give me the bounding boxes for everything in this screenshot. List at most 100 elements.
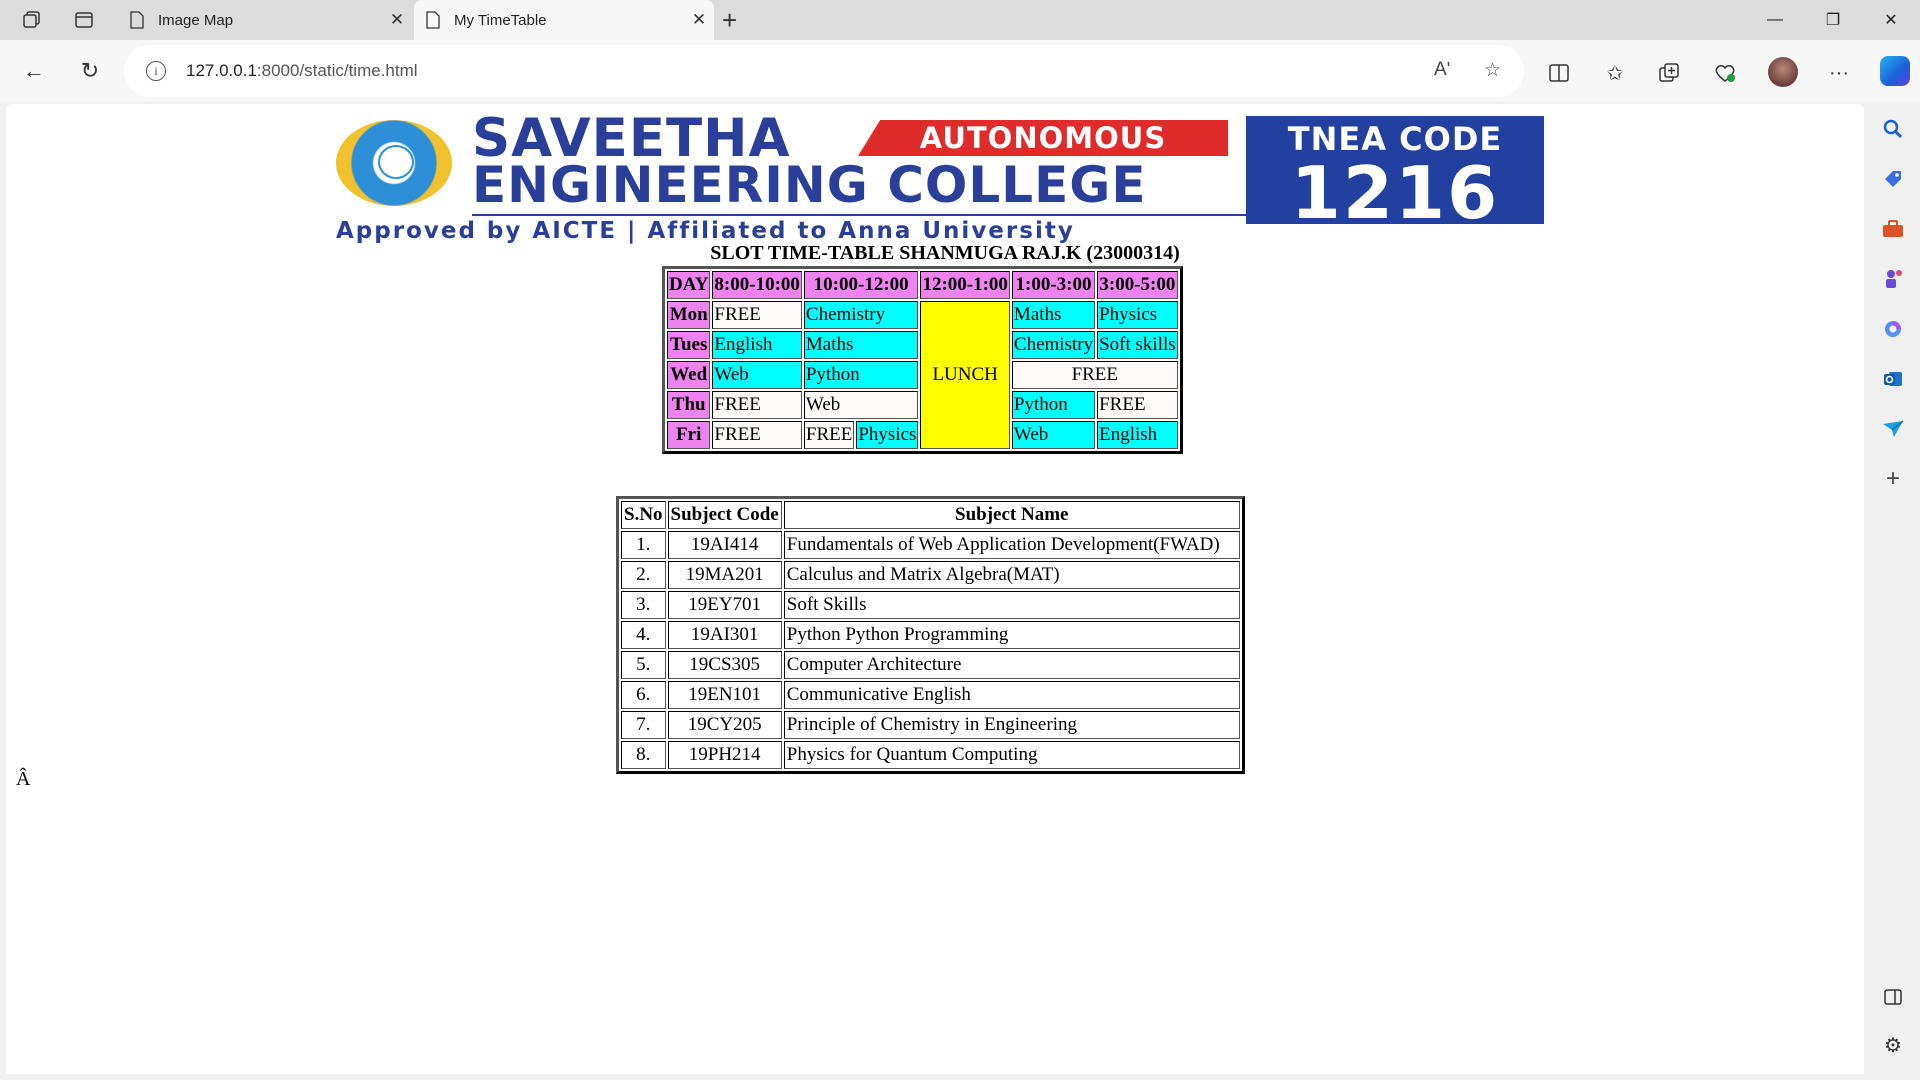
search-icon[interactable] xyxy=(1878,114,1908,144)
page-icon xyxy=(130,11,144,29)
browser-essentials-icon[interactable] xyxy=(1710,58,1740,88)
slot-cell: Web xyxy=(803,391,919,419)
shopping-tag-icon[interactable] xyxy=(1878,164,1908,194)
workspaces-icon[interactable] xyxy=(18,8,46,32)
timetable-caption: SLOT TIME-TABLE SHANMUGA RAJ.K (23000314… xyxy=(710,242,1180,264)
table-row: 5. 19CS305 Computer Architecture xyxy=(621,651,1240,679)
tab-title: Image Map xyxy=(158,11,234,29)
settings-gear-icon[interactable]: ⚙ xyxy=(1878,1030,1908,1060)
address-bar[interactable]: i 127.0.0.1:8000/static/time.html Aʹ ☆ xyxy=(124,45,1524,97)
slot-cell: English xyxy=(1097,421,1178,449)
slot-cell: Physics xyxy=(856,421,919,449)
slot-cell: Chemistry xyxy=(803,301,919,329)
tab-my-timetable[interactable]: My TimeTable ✕ xyxy=(414,0,714,40)
page-icon xyxy=(426,11,440,29)
new-tab-button[interactable]: + xyxy=(722,6,737,34)
subject-code-cell: 19MA201 xyxy=(667,561,782,589)
close-tab-icon[interactable]: ✕ xyxy=(684,10,714,30)
table-row: 2. 19MA201 Calculus and Matrix Algebra(MAT… xyxy=(621,561,1240,589)
timetable: DAY 8:00-10:00 10:00-12:00 12:00-1:00 1:… xyxy=(662,266,1183,454)
tnea-code: 1216 xyxy=(1290,151,1500,235)
games-icon[interactable] xyxy=(1878,264,1908,294)
table-row: 6. 19EN101 Communicative English xyxy=(621,681,1240,709)
header-slot-5: 3:00-5:00 xyxy=(1097,271,1178,299)
header-slot-4: 1:00-3:00 xyxy=(1011,271,1096,299)
subject-code-cell: 19CY205 xyxy=(667,711,782,739)
subject-code-cell: 19EY701 xyxy=(667,591,782,619)
close-window-button[interactable]: ✕ xyxy=(1862,0,1920,40)
slot-cell: Physics xyxy=(1097,301,1178,329)
subject-code-cell: 19PH214 xyxy=(667,741,782,769)
timetable-row-mon: Mon FREE Chemistry LUNCH Maths Physics xyxy=(667,301,1178,449)
day-cell: Wed xyxy=(667,361,711,389)
day-cell: Fri xyxy=(667,421,711,449)
header-subject-code: Subject Code xyxy=(667,501,782,529)
subject-name-cell: Computer Architecture xyxy=(783,651,1240,679)
hide-sidebar-icon[interactable] xyxy=(1878,982,1908,1012)
header-sno: S.No xyxy=(621,501,666,529)
college-banner: SAVEETHA ENGINEERING COLLEGE AUTONOMOUS … xyxy=(326,112,1546,244)
subject-name-cell: Physics for Quantum Computing xyxy=(783,741,1240,769)
close-tab-icon[interactable]: ✕ xyxy=(382,10,412,30)
more-options-icon[interactable]: ··· xyxy=(1824,58,1854,88)
table-row: 8. 19PH214 Physics for Quantum Computing xyxy=(621,741,1240,769)
tab-image-map[interactable]: Image Map ✕ xyxy=(118,0,412,40)
collections-icon[interactable] xyxy=(1654,58,1684,88)
subject-name-cell: Calculus and Matrix Algebra(MAT) xyxy=(783,561,1240,589)
slot-cell: FREE xyxy=(712,391,802,419)
send-drop-icon[interactable] xyxy=(1878,414,1908,444)
sno-cell: 6. xyxy=(621,681,666,709)
slot-cell: FREE xyxy=(1097,391,1178,419)
tools-briefcase-icon[interactable] xyxy=(1878,214,1908,244)
header-slot-lunch: 12:00-1:00 xyxy=(920,271,1010,299)
copilot-icon[interactable] xyxy=(1880,56,1910,86)
header-subject-name: Subject Name xyxy=(783,501,1240,529)
slot-cell: FREE xyxy=(712,421,802,449)
timetable-header-row: DAY 8:00-10:00 10:00-12:00 12:00-1:00 1:… xyxy=(667,271,1178,299)
back-button[interactable]: ← xyxy=(16,53,52,89)
tab-bar: Image Map ✕ My TimeTable ✕ + — ❐ ✕ xyxy=(0,0,1920,40)
subject-name-cell: Principle of Chemistry in Engineering xyxy=(783,711,1240,739)
header-slot-1: 8:00-10:00 xyxy=(712,271,802,299)
outlook-icon[interactable] xyxy=(1878,364,1908,394)
favorite-star-icon[interactable]: ☆ xyxy=(1484,59,1501,82)
slot-cell: Web xyxy=(1011,421,1096,449)
split-screen-icon[interactable] xyxy=(1544,58,1574,88)
subject-name-cell: Python Python Programming xyxy=(783,621,1240,649)
sno-cell: 4. xyxy=(621,621,666,649)
slot-cell: Python xyxy=(803,361,919,389)
slot-cell: Soft skills xyxy=(1097,331,1178,359)
favorites-icon[interactable]: ✩ xyxy=(1600,58,1630,88)
slot-cell: FREE xyxy=(803,421,855,449)
header-slot-2: 10:00-12:00 xyxy=(803,271,919,299)
sno-cell: 3. xyxy=(621,591,666,619)
add-sidebar-app-icon[interactable]: + xyxy=(1878,464,1908,494)
slot-cell: FREE xyxy=(1011,361,1178,389)
restore-button[interactable]: ❐ xyxy=(1804,0,1862,40)
tab-actions-icon[interactable] xyxy=(70,8,98,32)
slot-cell: Maths xyxy=(803,331,919,359)
affiliation-text: Approved by AICTE | Affiliated to Anna U… xyxy=(336,218,1075,244)
subject-name-cell: Communicative English xyxy=(783,681,1240,709)
page-viewport: SAVEETHA ENGINEERING COLLEGE AUTONOMOUS … xyxy=(6,104,1864,1074)
url-text[interactable]: 127.0.0.1:8000/static/time.html xyxy=(186,61,418,81)
profile-avatar[interactable] xyxy=(1768,57,1798,87)
read-aloud-icon[interactable]: Aʹ xyxy=(1434,59,1450,81)
subjects-table: S.No Subject Code Subject Name 1. 19AI414… xyxy=(616,496,1245,774)
refresh-button[interactable]: ↻ xyxy=(72,53,108,89)
slot-cell: FREE xyxy=(712,301,802,329)
sno-cell: 8. xyxy=(621,741,666,769)
table-row: 3. 19EY701 Soft Skills xyxy=(621,591,1240,619)
minimize-button[interactable]: — xyxy=(1746,0,1804,40)
sno-cell: 2. xyxy=(621,561,666,589)
college-logo xyxy=(336,120,452,206)
url-host: 127.0.0.1 xyxy=(186,61,257,80)
subject-code-cell: 19AI414 xyxy=(667,531,782,559)
site-info-icon[interactable]: i xyxy=(146,61,166,81)
tnea-code-box: TNEA CODE 1216 xyxy=(1246,116,1544,229)
subject-code-cell: 19AI301 xyxy=(667,621,782,649)
day-cell: Thu xyxy=(667,391,711,419)
microsoft-365-icon[interactable] xyxy=(1878,314,1908,344)
slot-cell: Web xyxy=(712,361,802,389)
header-day: DAY xyxy=(667,271,711,299)
